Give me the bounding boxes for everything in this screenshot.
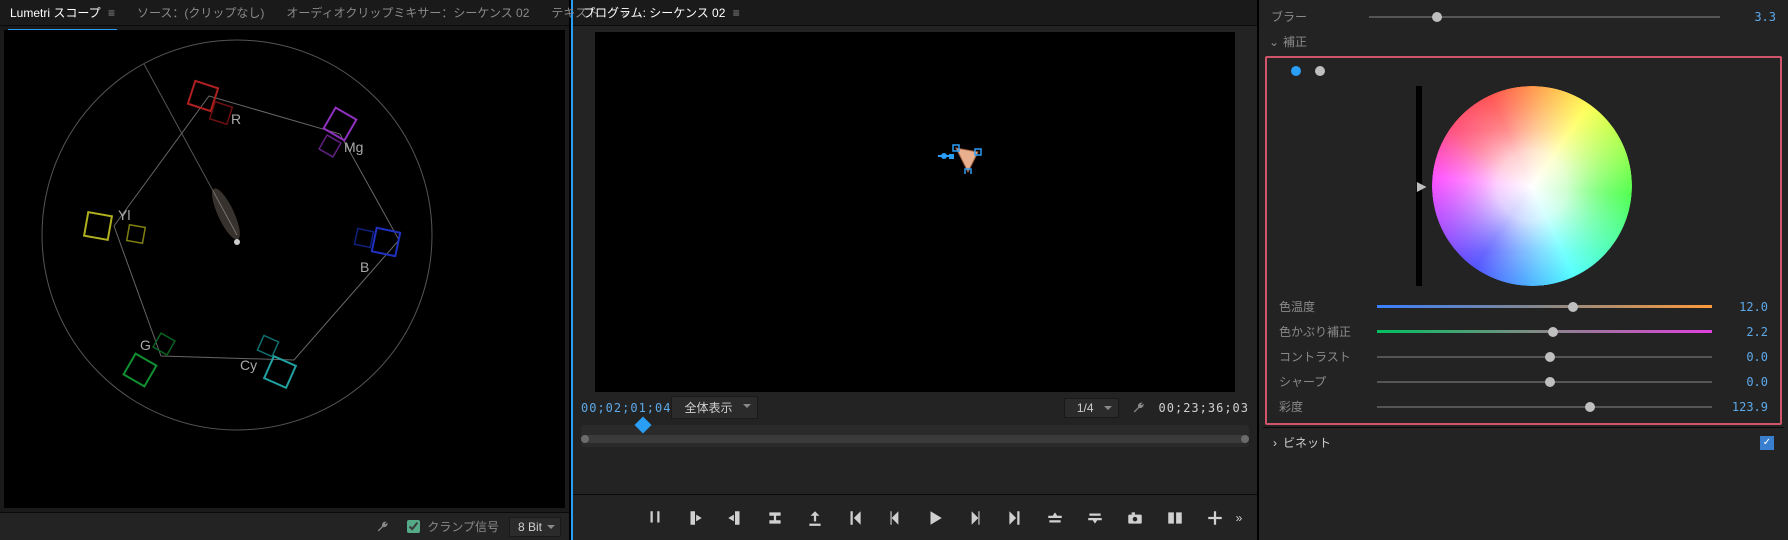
current-timecode[interactable]: 00;02;01;04: [581, 401, 671, 415]
tint-slider[interactable]: [1377, 325, 1712, 339]
saturation-slider[interactable]: [1377, 400, 1712, 414]
go-to-in-button[interactable]: [845, 508, 865, 528]
temperature-label: 色温度: [1279, 298, 1369, 315]
go-to-out-button[interactable]: [1005, 508, 1025, 528]
temperature-row: 色温度 12.0: [1271, 294, 1776, 319]
tab-source[interactable]: ソース：(クリップなし): [135, 0, 266, 25]
luma-thumb[interactable]: [1411, 182, 1427, 192]
play-button[interactable]: [925, 508, 945, 528]
tint-row: 色かぶり補正 2.2: [1271, 319, 1776, 344]
extract-button[interactable]: [1085, 508, 1105, 528]
mark-in-button[interactable]: [685, 508, 705, 528]
contrast-label: コントラスト: [1279, 348, 1369, 365]
button-editor-icon[interactable]: [1205, 508, 1225, 528]
tab-audio-mixer[interactable]: オーディオクリップミキサー：シーケンス 02: [284, 0, 531, 25]
twirl-right-icon: ›: [1273, 436, 1277, 450]
export-frame-button[interactable]: [805, 508, 825, 528]
sharpen-value[interactable]: 0.0: [1720, 375, 1768, 389]
vec-label-g: G: [140, 337, 151, 353]
lift-button[interactable]: [1045, 508, 1065, 528]
section-vignette[interactable]: › ビネット ✓: [1263, 427, 1784, 457]
scopes-footer: クランプ信号 8 Bit: [0, 512, 569, 540]
timecode-row: 00;02;01;04 全体表示 1/4 00;23;36;03: [573, 392, 1257, 423]
mode-toggle: [1271, 64, 1776, 82]
step-forward-button[interactable]: [965, 508, 985, 528]
blur-slider[interactable]: [1369, 10, 1720, 24]
vec-label-r: R: [231, 111, 241, 127]
wrench-icon[interactable]: [1129, 398, 1149, 418]
bitdepth-dropdown[interactable]: 8 Bit: [509, 517, 561, 537]
panel-menu-icon[interactable]: ≡: [108, 6, 115, 20]
vec-label-yl: Yl: [118, 207, 130, 223]
saturation-label: 彩度: [1279, 398, 1369, 415]
sharpen-slider[interactable]: [1377, 375, 1712, 389]
saturation-value[interactable]: 123.9: [1720, 400, 1768, 414]
vectorscope-body: R Mg B Cy G Yl: [4, 30, 565, 508]
snapshot-button[interactable]: [1125, 508, 1145, 528]
highlighted-section: + 色温度 12.0 色かぶり補正 2.2 コントラスト: [1265, 56, 1782, 425]
tab-program[interactable]: プログラム: シーケンス 02 ≡: [581, 0, 742, 25]
lumetri-panel: ブラー 3.3 ⌄ 補正 + 色温度 1: [1259, 0, 1788, 540]
tint-value[interactable]: 2.2: [1720, 325, 1768, 339]
color-wheel[interactable]: +: [1432, 86, 1632, 286]
mark-out-button[interactable]: [725, 508, 745, 528]
clamp-label: クランプ信号: [427, 518, 499, 535]
tab-label: プログラム: シーケンス 02: [583, 6, 725, 20]
wrench-icon[interactable]: [373, 517, 393, 537]
program-monitor[interactable]: [595, 32, 1235, 392]
section-correction[interactable]: ⌄ 補正: [1263, 29, 1784, 54]
step-back-button[interactable]: [885, 508, 905, 528]
add-marker-button[interactable]: [645, 508, 665, 528]
resolution-dropdown[interactable]: 1/4: [1064, 398, 1119, 418]
blur-value[interactable]: 3.3: [1728, 10, 1776, 24]
temperature-value[interactable]: 12.0: [1720, 300, 1768, 314]
blur-row: ブラー 3.3: [1263, 4, 1784, 29]
mark-clip-button[interactable]: [765, 508, 785, 528]
blur-label: ブラー: [1271, 8, 1361, 25]
vectorscope-canvas[interactable]: R Mg B Cy G Yl: [36, 34, 438, 436]
vec-label-cy: Cy: [240, 357, 257, 373]
contrast-value[interactable]: 0.0: [1720, 350, 1768, 364]
zoom-range[interactable]: [581, 435, 1249, 443]
zoom-dropdown[interactable]: 全体表示: [671, 396, 757, 419]
comparison-view-button[interactable]: [1165, 508, 1185, 528]
scopes-tabs: Lumetri スコープ ≡ ソース：(クリップなし) オーディオクリップミキサ…: [0, 0, 569, 26]
tint-label: 色かぶり補正: [1279, 323, 1369, 340]
clamp-checkbox[interactable]: クランプ信号: [403, 517, 499, 536]
panel-menu-icon[interactable]: ≡: [733, 6, 740, 20]
selected-clip-overlay[interactable]: [938, 144, 982, 174]
hsl-mode-dot[interactable]: [1291, 66, 1301, 76]
sharpen-row: シャープ 0.0: [1271, 369, 1776, 394]
program-tabs: プログラム: シーケンス 02 ≡: [573, 0, 1257, 26]
saturation-row: 彩度 123.9: [1271, 394, 1776, 419]
luma-slider[interactable]: [1416, 86, 1422, 286]
duration-timecode: 00;23;36;03: [1159, 401, 1249, 415]
sharpen-label: シャープ: [1279, 373, 1369, 390]
contrast-slider[interactable]: [1377, 350, 1712, 364]
color-wheel-area: +: [1271, 82, 1776, 294]
scopes-panel: Lumetri スコープ ≡ ソース：(クリップなし) オーディオクリップミキサ…: [0, 0, 571, 540]
tab-label: Lumetri スコープ: [10, 6, 101, 20]
vec-label-b: B: [360, 259, 369, 275]
temperature-slider[interactable]: [1377, 300, 1712, 314]
scrubber[interactable]: [581, 425, 1249, 447]
tab-lumetri-scope[interactable]: Lumetri スコープ ≡: [8, 0, 117, 25]
vec-label-mg: Mg: [344, 139, 363, 155]
luma-mode-dot[interactable]: [1315, 66, 1325, 76]
section-label: 補正: [1283, 33, 1307, 50]
wheel-center-icon: +: [1527, 178, 1535, 194]
vignette-label: ビネット: [1283, 434, 1331, 451]
twirl-down-icon: ⌄: [1269, 35, 1277, 49]
overflow-icon[interactable]: »: [1229, 508, 1249, 528]
vignette-enable-checkbox[interactable]: ✓: [1760, 436, 1774, 450]
contrast-row: コントラスト 0.0: [1271, 344, 1776, 369]
transport-bar: »: [573, 494, 1257, 540]
monitor-body: 00;02;01;04 全体表示 1/4 00;23;36;03: [573, 26, 1257, 494]
program-panel: プログラム: シーケンス 02 ≡ 00;02;01;04 全体表示: [571, 0, 1259, 540]
